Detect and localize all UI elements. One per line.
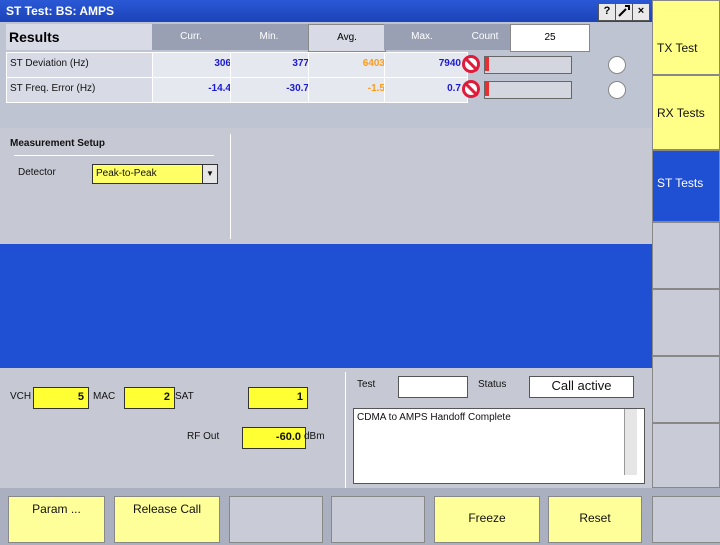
row-st-freq-error-label: ST Freq. Error (Hz)	[6, 77, 157, 103]
measurement-setup-title: Measurement Setup	[10, 138, 106, 149]
test-field	[398, 376, 468, 398]
mac-label: MAC	[93, 391, 116, 402]
vch-field[interactable]: 5	[33, 387, 89, 409]
tab-tx-test[interactable]: TX Test	[652, 0, 720, 75]
sat-label: SAT	[175, 391, 194, 402]
tab-empty-4[interactable]	[652, 423, 720, 488]
tab-st-tests-label: ST Tests	[657, 176, 704, 190]
tab-empty-3[interactable]	[652, 356, 720, 423]
chevron-down-icon[interactable]: ▼	[202, 164, 218, 184]
detector-select[interactable]: Peak-to-Peak	[92, 164, 205, 184]
release-call-label: Release Call	[132, 502, 202, 516]
rf-out-label: RF Out	[187, 431, 220, 442]
rf-out-field[interactable]: -60.0	[242, 427, 306, 449]
freeze-label: Freeze	[468, 511, 506, 525]
release-call-button[interactable]: Release Call	[114, 496, 220, 543]
col-curr: Curr.	[152, 24, 231, 50]
reset-label: Reset	[579, 511, 611, 525]
param-button[interactable]: Param ...	[8, 496, 105, 543]
window-title: ST Test: BS: AMPS	[6, 4, 115, 18]
message-box[interactable]: CDMA to AMPS Handoff Complete	[353, 408, 645, 484]
row-st-deviation-label: ST Deviation (Hz)	[6, 52, 157, 78]
mac-field[interactable]: 2	[124, 387, 175, 409]
softkey-4-button[interactable]	[331, 496, 425, 543]
softkey-3-button[interactable]	[229, 496, 323, 543]
st-deviation-indicator-led	[608, 56, 626, 74]
col-min: Min.	[230, 24, 309, 50]
help-icon[interactable]: ?	[598, 3, 616, 21]
st-deviation-max: 7940	[384, 52, 468, 78]
rf-out-unit: dBm	[304, 431, 325, 442]
st-deviation-gauge	[484, 56, 572, 74]
reset-button[interactable]: Reset	[548, 496, 642, 543]
call-control-panel: VCH 5 MAC 2 SAT 1 RF Out -60.0 dBm Test …	[0, 368, 652, 488]
softkey-7-button[interactable]	[652, 496, 720, 543]
test-label: Test	[357, 379, 376, 390]
sat-field[interactable]: 1	[248, 387, 308, 409]
st-freq-error-indicator-led	[608, 81, 626, 99]
measurement-setup-box: Measurement Setup Detector Peak-to-Peak …	[6, 134, 231, 239]
window-title-bar: ST Test: BS: AMPS ? ×	[0, 0, 652, 22]
param-label: Param ...	[32, 502, 81, 516]
col-avg-button[interactable]: Avg.	[308, 24, 386, 52]
trace-area	[0, 244, 652, 368]
st-freq-error-max: 0.7	[384, 77, 468, 103]
limit-fail-icon	[462, 80, 480, 98]
message-scrollbar[interactable]	[624, 409, 637, 475]
detector-label: Detector	[18, 167, 56, 178]
st-deviation-min: 377	[230, 52, 316, 78]
tab-tx-test-label: TX Test	[657, 41, 698, 55]
st-freq-error-gauge	[484, 81, 572, 99]
divider	[14, 155, 214, 156]
st-freq-error-curr: -14.4	[152, 77, 238, 103]
status-label: Status	[478, 379, 507, 390]
col-max: Max.	[384, 24, 461, 50]
st-freq-error-min: -30.7	[230, 77, 316, 103]
limit-fail-icon	[462, 55, 480, 73]
close-icon[interactable]: ×	[632, 3, 650, 21]
wrench-icon[interactable]	[615, 3, 633, 21]
col-count: Count	[460, 24, 511, 50]
message-text: CDMA to AMPS Handoff Complete	[357, 412, 511, 423]
st-freq-error-avg: -1.5	[308, 77, 392, 103]
st-deviation-curr: 306	[152, 52, 238, 78]
tab-empty-2[interactable]	[652, 289, 720, 356]
status-value: Call active	[529, 376, 634, 398]
results-title: Results	[6, 24, 156, 50]
st-deviation-avg: 6403	[308, 52, 392, 78]
tab-empty-1[interactable]	[652, 222, 720, 289]
tab-rx-tests[interactable]: RX Tests	[652, 75, 720, 150]
tab-st-tests[interactable]: ST Tests	[652, 150, 720, 222]
count-field[interactable]: 25	[510, 24, 590, 52]
results-panel: Results Curr. Min. Avg. Max. Count 25 ST…	[0, 22, 652, 128]
tab-rx-tests-label: RX Tests	[657, 106, 705, 120]
vch-label: VCH	[10, 391, 32, 402]
freeze-button[interactable]: Freeze	[434, 496, 540, 543]
